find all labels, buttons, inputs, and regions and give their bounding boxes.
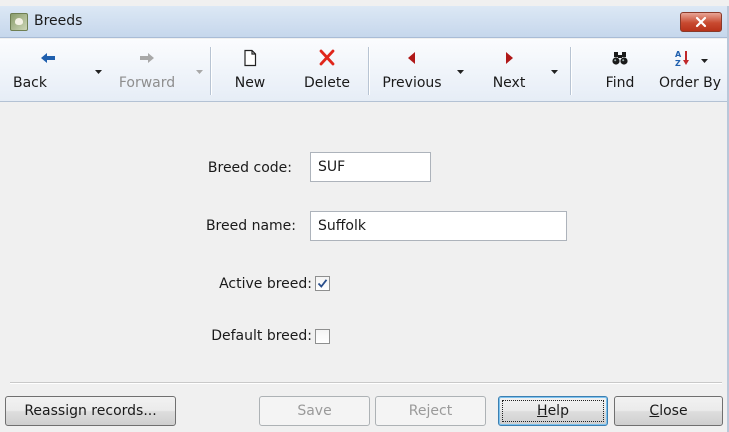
close-icon <box>695 16 707 28</box>
save-button[interactable]: Save <box>259 396 370 426</box>
svg-text:Z: Z <box>675 59 681 67</box>
delete-x-icon <box>317 49 337 67</box>
focus-ring <box>502 400 604 422</box>
toolbar-separator <box>570 47 571 95</box>
sort-az-icon: A Z <box>675 49 695 67</box>
svg-text:A: A <box>675 50 682 59</box>
next-label: Next <box>492 75 526 91</box>
binoculars-icon <box>610 49 630 67</box>
window-close-button[interactable] <box>680 12 722 32</box>
previous-label: Previous <box>382 75 442 91</box>
title-bar: Breeds <box>0 6 727 38</box>
back-arrow-icon <box>38 49 58 67</box>
order-by-dropdown-icon[interactable] <box>700 56 709 65</box>
delete-label: Delete <box>304 75 350 91</box>
form-area <box>0 103 727 382</box>
previous-triangle-icon <box>402 49 422 67</box>
active-breed-label: Active breed: <box>219 276 312 292</box>
forward-arrow-icon <box>137 49 157 67</box>
toolbar: Back Forward New Delete Previous Next Fi… <box>0 39 727 102</box>
next-triangle-icon <box>499 49 519 67</box>
default-breed-checkbox[interactable] <box>315 329 330 344</box>
new-document-icon <box>240 49 260 67</box>
close-button[interactable]: Close <box>614 396 723 426</box>
next-dropdown-icon[interactable] <box>550 67 559 76</box>
active-breed-checkbox[interactable] <box>315 276 330 291</box>
reject-button[interactable]: Reject <box>375 396 486 426</box>
breed-name-label: Breed name: <box>205 218 296 234</box>
default-breed-label: Default breed: <box>211 328 312 344</box>
breed-code-label: Breed code: <box>207 160 292 176</box>
breed-code-input[interactable] <box>310 152 431 182</box>
find-label: Find <box>605 75 635 91</box>
next-button[interactable]: Next <box>478 43 558 97</box>
order-by-label: Order By <box>658 75 722 91</box>
close-label-rest: lose <box>659 403 688 419</box>
toolbar-separator <box>368 47 369 95</box>
reassign-records-button[interactable]: Reassign records... <box>5 396 176 426</box>
forward-label: Forward <box>118 75 176 91</box>
back-button[interactable]: Back <box>8 43 102 97</box>
previous-button[interactable]: Previous <box>372 43 464 97</box>
previous-dropdown-icon[interactable] <box>456 67 465 76</box>
sheep-app-icon <box>10 13 28 31</box>
window-title: Breeds <box>34 13 83 29</box>
divider <box>10 382 722 384</box>
new-label: New <box>234 75 266 91</box>
forward-dropdown-icon[interactable] <box>195 67 204 76</box>
order-by-button[interactable]: A Z Order By <box>652 43 728 97</box>
breed-name-input[interactable] <box>310 211 567 241</box>
find-button[interactable]: Find <box>592 43 648 97</box>
help-button[interactable]: Help <box>498 396 608 426</box>
forward-button[interactable]: Forward <box>100 43 203 97</box>
new-button[interactable]: New <box>222 43 278 97</box>
checkmark-icon <box>317 279 328 288</box>
close-label: Close <box>649 403 688 419</box>
delete-button[interactable]: Delete <box>296 43 358 97</box>
toolbar-separator <box>210 47 211 95</box>
breeds-window: Breeds Back Forward New Delete Previous … <box>0 0 729 432</box>
back-label: Back <box>13 75 47 91</box>
